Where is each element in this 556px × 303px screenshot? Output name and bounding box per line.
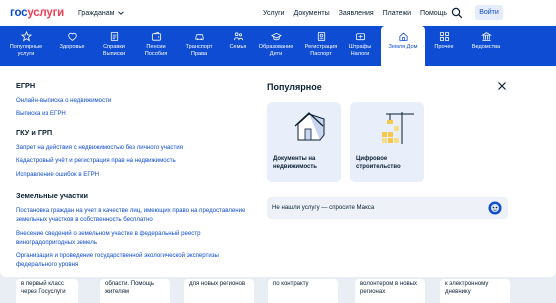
category-label: Штрафы Налоги [348, 44, 372, 57]
heart-icon [67, 32, 77, 41]
category-bar: Популярные услуги Здоровье Справки Выпис… [0, 26, 556, 66]
land-house-menu-panel: ЕГРН Онлайн-выписка о недвижимости Выпис… [0, 66, 556, 277]
link-fix-errors[interactable]: Исправление ошибок в ЕГРН [16, 171, 252, 180]
grid-icon [439, 31, 449, 42]
top-nav: Услуги Документы Заявления Платежи Помощ… [263, 0, 447, 26]
category-label: Семья [229, 44, 247, 50]
section-title-gku: ГКУ и ГРП [16, 128, 53, 137]
service-card[interactable]: в первый класс через Госуслуги [16, 279, 78, 303]
service-card[interactable]: области. Помощь жителям [100, 279, 170, 303]
category-family[interactable]: Семья [222, 26, 254, 66]
category-label: Здоровье [59, 44, 85, 50]
construction-crane-icon [382, 112, 414, 144]
category-fines[interactable]: Штрафы Налоги [342, 26, 378, 66]
house-illustration-icon [294, 112, 325, 141]
logo-part-gos: гос [10, 7, 28, 19]
section-title-land-plots: Земельные участки [16, 191, 88, 200]
service-cards-row: в первый класс через Госуслуги области. … [0, 277, 556, 303]
section-title-egrn: ЕГРН [16, 81, 36, 90]
category-label: Прочее [434, 44, 454, 50]
category-certificates[interactable]: Справки Выписки [96, 26, 132, 66]
gosuslugi-logo[interactable]: гос услуги [10, 7, 64, 19]
category-other[interactable]: Прочее [428, 26, 460, 66]
logo-part-uslugi: услуги [27, 7, 65, 19]
category-label: Справки Выписки [102, 44, 126, 57]
link-vineyard-registry[interactable]: Внесение сведений о земельном участке в … [16, 230, 252, 248]
category-label: Образование Дети [258, 44, 294, 57]
audience-label: Гражданам [78, 9, 115, 17]
login-button[interactable]: Войти [475, 5, 503, 20]
building-icon [480, 32, 492, 41]
popular-card-property-documents[interactable]: Документы на недвижимость [267, 102, 341, 182]
education-icon [270, 32, 282, 41]
link-ecological-expertise[interactable]: Организация и проведение государственной… [16, 252, 252, 270]
link-free-land-plots[interactable]: Постановка граждан на учет в качестве ли… [16, 207, 252, 225]
popular-title: Популярное [267, 82, 322, 92]
service-card[interactable]: волонтером в новых регионах [355, 279, 425, 303]
link-online-extract[interactable]: Онлайн-выписка о недвижимости [16, 97, 252, 106]
nav-link-help[interactable]: Помощь [420, 10, 447, 17]
category-label: Популярные услуги [9, 44, 43, 57]
close-icon[interactable] [497, 81, 507, 91]
category-pensions[interactable]: Пенсии Пособия [138, 26, 174, 66]
category-label: Транспорт Права [185, 44, 213, 57]
top-header: гос услуги Гражданам Услуги Документы Зая… [0, 0, 556, 26]
category-popular[interactable]: Популярные услуги [4, 26, 48, 66]
fine-icon [355, 33, 365, 41]
audience-selector[interactable]: Гражданам [78, 9, 125, 17]
search-icon[interactable] [451, 7, 463, 19]
nav-link-payments[interactable]: Платежи [383, 10, 411, 17]
link-cadastral-registration[interactable]: Кадастровый учёт и регистрация прав на н… [16, 157, 252, 166]
category-label: Пенсии Пособия [144, 44, 168, 57]
category-agencies[interactable]: Ведомства [466, 26, 506, 66]
category-land-house[interactable]: Земля Дом [381, 26, 425, 66]
passport-icon [317, 31, 325, 42]
category-education[interactable]: Образование Дети [256, 26, 296, 66]
document-icon [110, 31, 118, 42]
category-label: Земля Дом [388, 44, 418, 50]
category-health[interactable]: Здоровье [54, 26, 90, 66]
link-egrn-extract[interactable]: Выписка из ЕГРН [16, 110, 252, 119]
nav-link-services[interactable]: Услуги [263, 10, 285, 17]
card-label: Цифровое строительство [356, 156, 401, 171]
category-registration[interactable]: Регистрация Паспорт [300, 26, 342, 66]
family-icon [233, 32, 243, 41]
category-label: Ведомства [471, 44, 501, 50]
nav-link-applications[interactable]: Заявления [339, 10, 374, 17]
wallet-icon [151, 31, 161, 41]
service-card[interactable]: по контракту [268, 279, 338, 303]
category-transport[interactable]: Транспорт Права [180, 26, 218, 66]
card-label: Документы на недвижимость [273, 156, 317, 171]
nav-link-documents[interactable]: Документы [294, 10, 330, 17]
link-ban-actions[interactable]: Запрет на действия с недвижимостью без л… [16, 144, 252, 153]
category-label: Регистрация Паспорт [304, 44, 338, 57]
service-card[interactable]: для новых регионов [184, 279, 254, 303]
service-card[interactable]: к электронному дневнику [440, 279, 510, 303]
popular-card-digital-construction[interactable]: Цифровое строительство [350, 102, 424, 182]
car-icon [194, 34, 204, 41]
robot-assistant-icon [488, 201, 502, 215]
chevron-down-icon [118, 11, 125, 15]
ask-max-text: Не нашли услугу — спросите Макса [272, 204, 375, 211]
ask-max-banner[interactable]: Не нашли услугу — спросите Макса [267, 197, 508, 219]
house-icon [398, 32, 408, 41]
star-icon [20, 31, 32, 42]
